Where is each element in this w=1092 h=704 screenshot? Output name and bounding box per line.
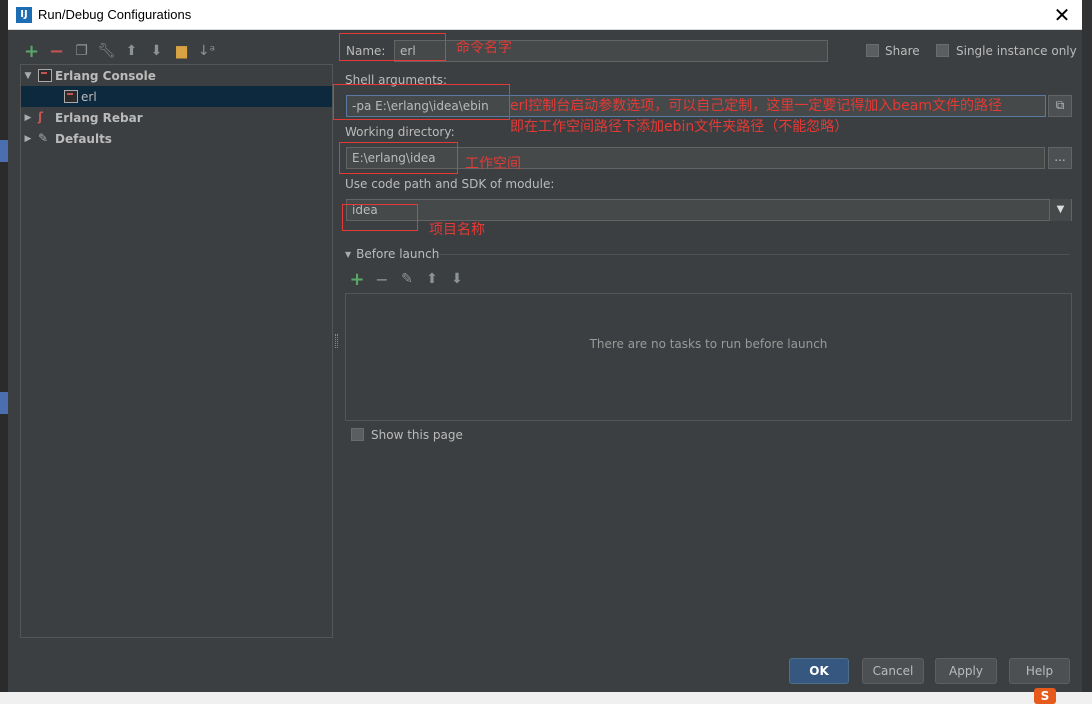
- empty-task-message: There are no tasks to run before launch: [589, 337, 828, 351]
- share-checkbox[interactable]: [866, 44, 879, 57]
- tree-item-erlang-console[interactable]: ▼ Erlang Console: [21, 65, 332, 86]
- shell-args-annotation-line2: 即在工作空间路径下添加ebin文件夹路径（不能忽略）: [510, 119, 849, 135]
- tree-item-label: Erlang Console: [55, 68, 156, 83]
- chevron-down-icon[interactable]: ▼: [1049, 199, 1071, 221]
- collapse-arrow-icon[interactable]: ▼: [345, 250, 351, 259]
- remove-task-icon[interactable]: −: [373, 270, 391, 289]
- sort-icon[interactable]: ↓ᵃ: [197, 42, 216, 61]
- collapsed-arrow-icon[interactable]: ▶: [21, 113, 35, 123]
- expand-icon[interactable]: ⧉: [1048, 95, 1072, 117]
- folder-icon[interactable]: ▆: [172, 42, 191, 61]
- run-debug-dialog: + − ❐ 🔧︎ ⬆ ⬇ ▆ ↓ᵃ ▼ Erlang Console erl ▶…: [8, 30, 1082, 694]
- ide-background-left: [0, 0, 8, 704]
- add-icon[interactable]: +: [22, 42, 41, 61]
- rebar-icon: ʃ: [38, 110, 43, 124]
- name-annotation: 命令名字: [456, 40, 512, 56]
- remove-icon[interactable]: −: [47, 42, 66, 61]
- window-title: Run/Debug Configurations: [38, 7, 192, 22]
- working-dir-highlight-box: [339, 142, 458, 174]
- splitter-handle[interactable]: [335, 334, 338, 348]
- single-instance-label: Single instance only: [956, 44, 1077, 58]
- tree-item-erlang-rebar[interactable]: ▶ ʃ Erlang Rebar: [21, 107, 332, 128]
- title-bar: IJ Run/Debug Configurations ✕: [8, 0, 1082, 30]
- working-dir-annotation: 工作空间: [465, 156, 521, 172]
- ide-background-right: [1082, 0, 1092, 704]
- arrow-down-icon[interactable]: ⬇: [147, 42, 166, 61]
- before-launch-header[interactable]: ▼ Before launch: [345, 247, 439, 261]
- intellij-app-icon: IJ: [16, 7, 32, 23]
- config-tree: ▼ Erlang Console erl ▶ ʃ Erlang Rebar ▶ …: [20, 64, 333, 638]
- ide-marker: [0, 392, 8, 414]
- tree-item-erl[interactable]: erl: [21, 86, 332, 107]
- module-label: Use code path and SDK of module:: [345, 177, 555, 191]
- share-label: Share: [885, 44, 920, 58]
- help-button[interactable]: Help: [1009, 658, 1070, 684]
- add-task-icon[interactable]: +: [348, 270, 366, 289]
- wrench-icon[interactable]: 🔧︎: [97, 42, 116, 61]
- move-up-icon[interactable]: ⬆: [423, 270, 441, 289]
- arrow-up-icon[interactable]: ⬆: [122, 42, 141, 61]
- ide-marker: [0, 140, 8, 162]
- erlang-console-icon: [64, 90, 78, 103]
- ok-button[interactable]: OK: [789, 658, 849, 684]
- browse-button[interactable]: ...: [1048, 147, 1072, 169]
- show-page-label: Show this page: [371, 428, 463, 442]
- before-launch-toolbar: + − ✎ ⬆ ⬇: [348, 270, 466, 289]
- before-launch-title: Before launch: [356, 247, 440, 261]
- single-instance-checkbox[interactable]: [936, 44, 949, 57]
- apply-button[interactable]: Apply: [935, 658, 997, 684]
- wrench-icon: ✎: [38, 131, 49, 145]
- move-down-icon[interactable]: ⬇: [448, 270, 466, 289]
- tree-item-label: erl: [81, 89, 97, 104]
- module-annotation: 项目名称: [429, 222, 485, 238]
- ide-status-bar: [0, 692, 1092, 704]
- expanded-arrow-icon[interactable]: ▼: [21, 71, 35, 81]
- shell-args-highlight-box: [333, 84, 510, 120]
- shell-args-annotation-line1: erl控制台启动参数选项，可以自己定制，这里一定要记得加入beam文件的路径: [510, 98, 1002, 114]
- working-dir-label: Working directory:: [345, 125, 455, 139]
- collapsed-arrow-icon[interactable]: ▶: [21, 134, 35, 144]
- before-launch-task-list[interactable]: There are no tasks to run before launch: [345, 293, 1072, 421]
- tree-item-label: Defaults: [55, 131, 112, 146]
- name-highlight-box: [339, 33, 446, 61]
- show-page-checkbox[interactable]: [351, 428, 364, 441]
- tree-item-defaults[interactable]: ▶ ✎ Defaults: [21, 128, 332, 149]
- close-button[interactable]: ✕: [1050, 3, 1074, 27]
- config-toolbar: + − ❐ 🔧︎ ⬆ ⬇ ▆ ↓ᵃ: [22, 40, 216, 62]
- tree-item-label: Erlang Rebar: [55, 110, 143, 125]
- module-select[interactable]: idea: [346, 199, 1072, 221]
- cancel-button[interactable]: Cancel: [862, 658, 924, 684]
- erlang-console-icon: [38, 69, 52, 82]
- module-highlight-box: [342, 204, 418, 231]
- edit-task-icon[interactable]: ✎: [398, 270, 416, 289]
- input-method-logo: S: [1034, 688, 1056, 704]
- divider: [438, 254, 1070, 255]
- copy-icon[interactable]: ❐: [72, 42, 91, 61]
